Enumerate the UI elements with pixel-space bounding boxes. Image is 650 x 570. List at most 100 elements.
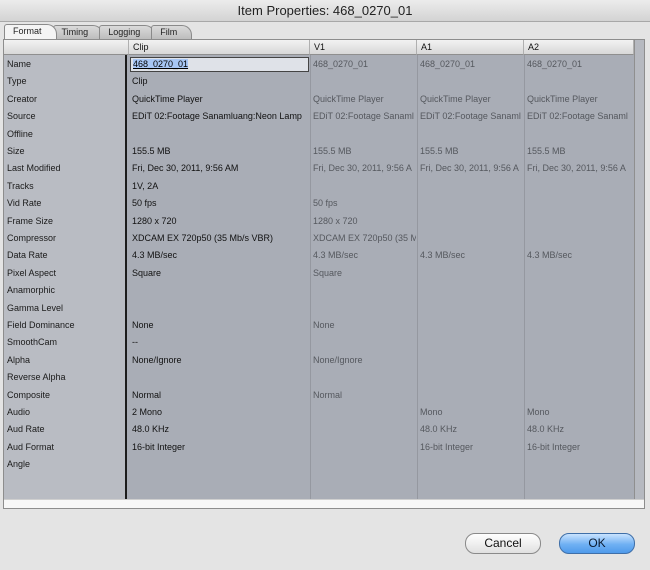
a2-value[interactable]: EDiT 02:Footage Sanaml [524,108,630,125]
a2-value[interactable] [524,387,630,404]
clip-value[interactable]: 48.0 KHz [129,421,309,438]
a2-value[interactable] [524,352,630,369]
clip-value[interactable]: QuickTime Player [129,91,309,108]
v1-value[interactable] [310,369,416,386]
v1-value[interactable] [310,439,416,456]
a2-value[interactable] [524,282,630,299]
a1-value[interactable]: Fri, Dec 30, 2011, 9:56 A [417,160,523,177]
a2-value[interactable]: QuickTime Player [524,91,630,108]
v1-value[interactable] [310,404,416,421]
header-v1[interactable]: V1 [310,40,417,55]
a1-value[interactable] [417,456,523,473]
a1-value[interactable] [417,178,523,195]
a2-value[interactable] [524,73,630,90]
a2-value[interactable]: 468_0270_01 [524,56,630,73]
a1-value[interactable]: 468_0270_01 [417,56,523,73]
horizontal-scrollbar[interactable] [4,499,644,508]
a1-value[interactable]: QuickTime Player [417,91,523,108]
v1-value[interactable]: None [310,317,416,334]
a2-value[interactable]: 155.5 MB [524,143,630,160]
clip-value[interactable]: Normal [129,387,309,404]
tab-format[interactable]: Format [4,24,57,39]
header-clip[interactable]: Clip [129,40,310,55]
clip-value[interactable] [129,282,309,299]
a1-value[interactable] [417,213,523,230]
v1-value[interactable]: 155.5 MB [310,143,416,160]
ok-button[interactable]: OK [559,533,635,554]
a1-value[interactable] [417,230,523,247]
clip-value[interactable]: 16-bit Integer [129,439,309,456]
tab-logging[interactable]: Logging [99,25,156,39]
vertical-scrollbar[interactable] [634,40,644,499]
clip-value[interactable]: Fri, Dec 30, 2011, 9:56 AM [129,160,309,177]
v1-value[interactable] [310,178,416,195]
a2-value[interactable]: Fri, Dec 30, 2011, 9:56 A [524,160,630,177]
v1-value[interactable] [310,456,416,473]
a2-value[interactable] [524,126,630,143]
header-a1[interactable]: A1 [417,40,524,55]
a1-value[interactable] [417,195,523,212]
cancel-button[interactable]: Cancel [465,533,541,554]
a1-value[interactable] [417,265,523,282]
header-a2[interactable]: A2 [524,40,634,55]
a1-value[interactable] [417,282,523,299]
v1-value[interactable]: EDiT 02:Footage Sanaml [310,108,416,125]
a1-value[interactable] [417,73,523,90]
a1-value[interactable] [417,126,523,143]
clip-value[interactable]: EDiT 02:Footage Sanamluang:Neon Lamp [129,108,309,125]
clip-value[interactable]: None [129,317,309,334]
clip-value[interactable]: None/Ignore [129,352,309,369]
a1-value[interactable] [417,352,523,369]
v1-value[interactable] [310,126,416,143]
a1-value[interactable] [417,369,523,386]
v1-value[interactable] [310,282,416,299]
clip-value[interactable] [129,456,309,473]
a1-value[interactable] [417,300,523,317]
tab-film[interactable]: Film [151,25,193,39]
v1-value[interactable]: 1280 x 720 [310,213,416,230]
clip-name-input[interactable]: 468_0270_01 [130,57,309,72]
clip-value[interactable] [129,126,309,143]
a1-value[interactable] [417,387,523,404]
a1-value[interactable]: Mono [417,404,523,421]
a2-value[interactable]: 16-bit Integer [524,439,630,456]
a2-value[interactable] [524,178,630,195]
clip-value[interactable]: 2 Mono [129,404,309,421]
a2-value[interactable]: Mono [524,404,630,421]
v1-value[interactable] [310,334,416,351]
clip-value[interactable]: 1280 x 720 [129,213,309,230]
clip-value[interactable]: 50 fps [129,195,309,212]
v1-value[interactable] [310,300,416,317]
v1-value[interactable]: XDCAM EX 720p50 (35 M [310,230,416,247]
a2-value[interactable]: 4.3 MB/sec [524,247,630,264]
clip-value[interactable] [129,300,309,317]
a2-value[interactable] [524,369,630,386]
a1-value[interactable]: EDiT 02:Footage Sanaml [417,108,523,125]
a2-value[interactable] [524,213,630,230]
clip-value[interactable]: 1V, 2A [129,178,309,195]
a2-value[interactable] [524,456,630,473]
a2-value[interactable] [524,195,630,212]
v1-value[interactable]: None/Ignore [310,352,416,369]
a2-value[interactable] [524,317,630,334]
clip-value[interactable]: XDCAM EX 720p50 (35 Mb/s VBR) [129,230,309,247]
a1-value[interactable] [417,334,523,351]
a2-value[interactable] [524,334,630,351]
clip-value[interactable]: -- [129,334,309,351]
a1-value[interactable]: 155.5 MB [417,143,523,160]
clip-value[interactable]: 155.5 MB [129,143,309,160]
v1-value[interactable]: Normal [310,387,416,404]
v1-value[interactable] [310,73,416,90]
clip-value[interactable]: 4.3 MB/sec [129,247,309,264]
a2-value[interactable]: 48.0 KHz [524,421,630,438]
a1-value[interactable] [417,317,523,334]
v1-value[interactable]: 50 fps [310,195,416,212]
a2-value[interactable] [524,265,630,282]
clip-value[interactable]: Clip [129,73,309,90]
a2-value[interactable] [524,230,630,247]
v1-value[interactable]: 468_0270_01 [310,56,416,73]
a1-value[interactable]: 16-bit Integer [417,439,523,456]
a2-value[interactable] [524,300,630,317]
clip-value[interactable]: Square [129,265,309,282]
a1-value[interactable]: 48.0 KHz [417,421,523,438]
